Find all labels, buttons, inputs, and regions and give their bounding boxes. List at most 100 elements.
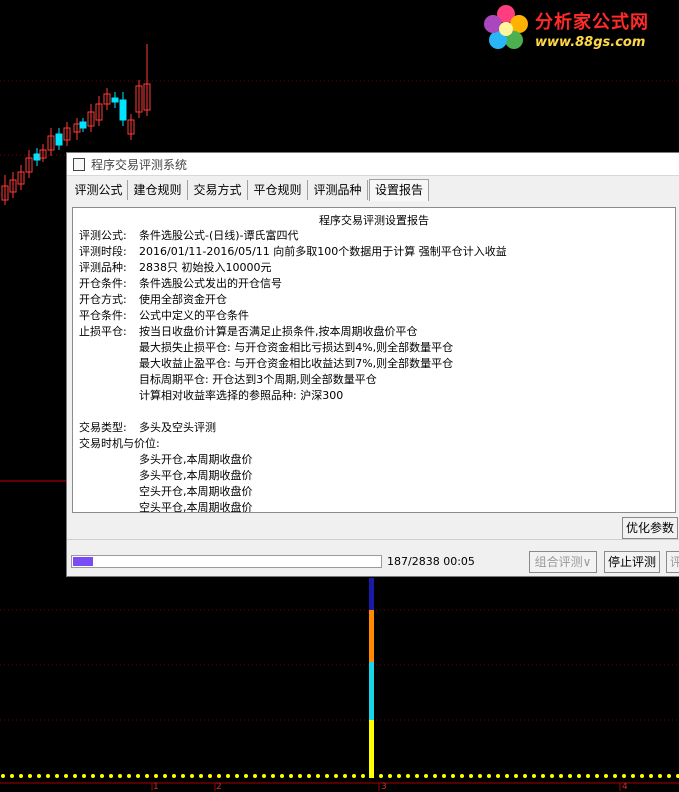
report-line-label: 评测时段: (79, 245, 127, 258)
signal-dots (1, 774, 679, 778)
progress-fill (73, 557, 94, 566)
signal-dot (658, 774, 662, 778)
signal-dot (352, 774, 356, 778)
indicator-bar-cyan (369, 662, 374, 720)
signal-dot (415, 774, 419, 778)
tab-open-rules[interactable]: 建仓规则 (128, 180, 188, 200)
signal-dot (613, 774, 617, 778)
report-line-label: 交易类型: (79, 421, 127, 434)
stop-evaluate-button[interactable]: 停止评测 (604, 551, 660, 573)
report-line-label: 开仓条件: (79, 277, 127, 290)
signal-dot (451, 774, 455, 778)
signal-dot (433, 774, 437, 778)
signal-dot (199, 774, 203, 778)
logo-url: www.88gs.com (535, 35, 646, 50)
flower-icon (484, 5, 528, 49)
signal-dot (496, 774, 500, 778)
signal-dot (577, 774, 581, 778)
progress-bar (71, 555, 382, 568)
signal-dot (19, 774, 23, 778)
report-title: 程序交易评测设置报告 (319, 214, 429, 227)
signal-dot (568, 774, 572, 778)
signal-dot (397, 774, 401, 778)
signal-dot (649, 774, 653, 778)
signal-dot (370, 774, 374, 778)
signal-dot (55, 774, 59, 778)
tab-close-rules[interactable]: 平仓规则 (248, 180, 308, 200)
indicator-bar-navy (369, 578, 374, 610)
signal-dot (667, 774, 671, 778)
report-line-label: 评测品种: (79, 261, 127, 274)
signal-dot (10, 774, 14, 778)
signal-dot (460, 774, 464, 778)
signal-dot (64, 774, 68, 778)
report-line-value: 空头平仓,本周期收盘价 (139, 501, 253, 513)
signal-dot (307, 774, 311, 778)
title-bar[interactable]: 程序交易评测系统 (67, 153, 679, 176)
signal-dot (226, 774, 230, 778)
signal-dot (640, 774, 644, 778)
signal-dot (37, 774, 41, 778)
signal-dot (406, 774, 410, 778)
report-panel[interactable]: 程序交易评测设置报告 评测公式: 条件选股公式-(日线)-谭氏富四代 评测时段: 20… (72, 207, 676, 513)
signal-dot (271, 774, 275, 778)
window-title: 程序交易评测系统 (91, 158, 188, 172)
signal-dot (586, 774, 590, 778)
signal-dot (316, 774, 320, 778)
signal-dot (145, 774, 149, 778)
report-line-value: 2838只 初始投入10000元 (139, 261, 272, 274)
tab-trade-mode[interactable]: 交易方式 (188, 180, 248, 200)
signal-dot (541, 774, 545, 778)
signal-dot (478, 774, 482, 778)
report-line-value: 使用全部资金开仓 (139, 293, 227, 306)
window-icon (73, 158, 85, 171)
signal-dot (505, 774, 509, 778)
report-line-value: 多头平仓,本周期收盘价 (139, 469, 253, 482)
signal-dot (550, 774, 554, 778)
evaluate-button-partial[interactable]: 评 (666, 551, 679, 573)
indicator-bar-yellow (369, 720, 374, 778)
candle-body (111, 97, 119, 103)
signal-dot (73, 774, 77, 778)
signal-dot (379, 774, 383, 778)
tab-formula[interactable]: 评测公式 (70, 180, 128, 200)
signal-dot (82, 774, 86, 778)
signal-dot (334, 774, 338, 778)
report-line-label: 平仓条件: (79, 309, 127, 322)
logo-title: 分析家公式网 (535, 12, 649, 33)
signal-dot (469, 774, 473, 778)
optimize-params-button[interactable]: 优化参数 (622, 517, 678, 539)
signal-dot (154, 774, 158, 778)
report-line-value: 条件选股公式-(日线)-谭氏富四代 (139, 229, 299, 242)
signal-dot (28, 774, 32, 778)
signal-dot (244, 774, 248, 778)
report-line-value: 空头开仓,本周期收盘价 (139, 485, 253, 498)
signal-dot (442, 774, 446, 778)
signal-dot (424, 774, 428, 778)
tab-instruments[interactable]: 评测品种 (308, 180, 368, 200)
candle-body (119, 99, 127, 121)
report-line-value: 最大损失止损平仓: 与开仓资金相比亏损达到4%,则全部数量平仓 (139, 341, 454, 354)
report-line-value: 目标周期平仓: 开仓达到3个周期,则全部数量平仓 (139, 373, 377, 386)
combo-evaluate-button[interactable]: 组合评测∨ (529, 551, 597, 573)
report-line-value: 计算相对收益率选择的参照品种: 沪深300 (139, 389, 344, 402)
report-line-value: 最大收益止盈平仓: 与开仓资金相比收益达到7%,则全部数量平仓 (139, 357, 454, 370)
evaluation-dialog: 程序交易评测系统 评测公式 建仓规则 交易方式 平仓规则 评测品种 设置报告 程… (66, 152, 679, 577)
signal-dot (127, 774, 131, 778)
signal-dot (523, 774, 527, 778)
signal-dot (388, 774, 392, 778)
signal-dot (91, 774, 95, 778)
report-line-label: 交易时机与价位: (79, 437, 160, 450)
tab-settings-report[interactable]: 设置报告 (369, 179, 429, 201)
candle-body (55, 133, 63, 146)
signal-dot (181, 774, 185, 778)
signal-dot (262, 774, 266, 778)
report-line-label: 止损平仓: (79, 325, 127, 338)
progress-count: 187/2838 00:05 (387, 555, 475, 568)
signal-dot (1, 774, 5, 778)
signal-dot (136, 774, 140, 778)
signal-dot (190, 774, 194, 778)
signal-dot (532, 774, 536, 778)
signal-dot (343, 774, 347, 778)
signal-dot (298, 774, 302, 778)
